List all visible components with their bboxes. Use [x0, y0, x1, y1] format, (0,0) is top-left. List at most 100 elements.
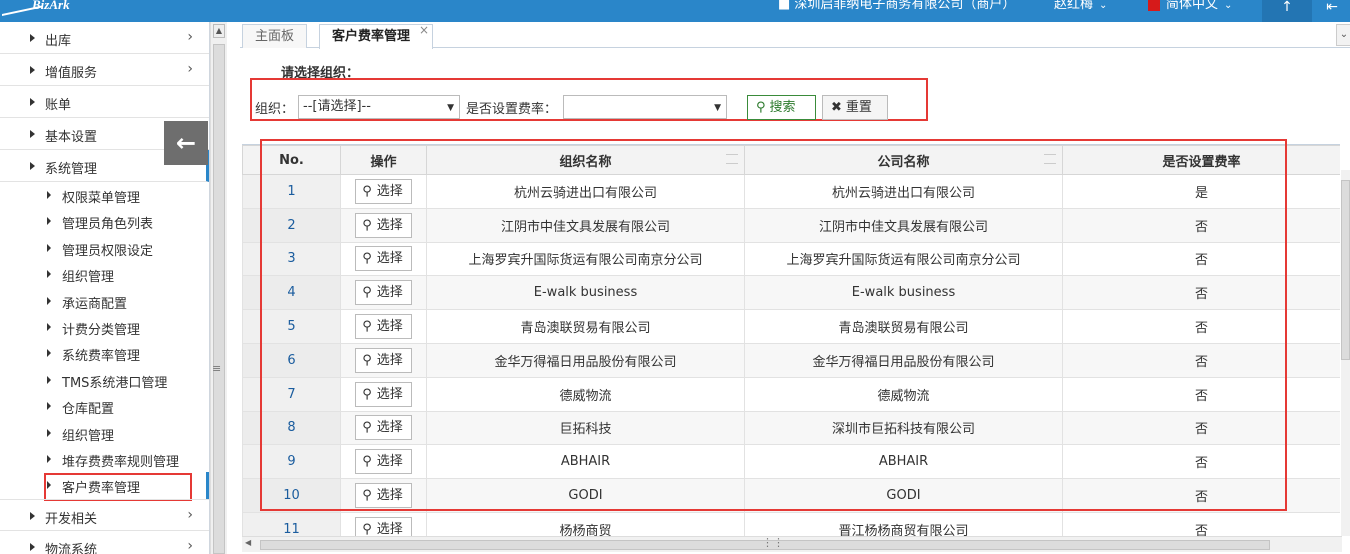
select-button[interactable]: ⚲ 选择 — [355, 483, 412, 509]
sidebar-subitem[interactable]: 组织管理 — [0, 420, 209, 446]
tab-dashboard[interactable]: 主面板 — [242, 24, 308, 48]
row-number: 2 — [242, 207, 341, 243]
sidebar-subitem-customer-rate[interactable]: 客户费率管理 — [0, 472, 209, 502]
sidebar-scrollbar[interactable]: ▲ ≡ — [210, 22, 227, 554]
search-button-label: 搜索 — [769, 100, 796, 115]
column-header-action[interactable]: 操作 — [340, 145, 427, 175]
tab-label: 主面板 — [255, 29, 295, 44]
sidebar-subitem[interactable]: 组织管理 — [0, 261, 209, 287]
company-name-cell: 江阴市中佳文具发展有限公司 — [744, 207, 1063, 243]
magnifier-icon: ⚲ — [362, 352, 372, 368]
sidebar-subitem[interactable]: 仓库配置 — [0, 393, 209, 419]
select-button[interactable]: ⚲ 选择 — [355, 381, 412, 407]
sidebar-subitem[interactable]: 权限菜单管理 — [0, 182, 209, 208]
language-menu[interactable]: 简体中文 ⌄ — [1148, 0, 1232, 16]
search-button[interactable]: ⚲ 搜索 — [747, 95, 816, 120]
caret-right-icon — [30, 162, 35, 170]
sort-icon[interactable] — [726, 154, 738, 164]
select-button[interactable]: ⚲ 选择 — [355, 178, 412, 204]
table-row[interactable]: 2 ⚲ 选择 江阴市中佳文具发展有限公司 江阴市中佳文具发展有限公司否 — [242, 207, 1340, 243]
grid-horizontal-scrollbar[interactable]: ◀ ⋮⋮ — [242, 536, 1342, 552]
scroll-thumb[interactable] — [213, 44, 225, 554]
row-number: 5 — [242, 309, 341, 344]
sidebar-item-logistics[interactable]: 物流系统 › — [0, 531, 209, 554]
flag-icon — [1148, 0, 1160, 11]
sidebar-subitem[interactable]: TMS系统港口管理 — [0, 367, 209, 393]
column-header-rate[interactable]: 是否设置费率 — [1062, 145, 1340, 175]
scroll-thumb[interactable] — [1341, 180, 1350, 360]
table-row[interactable]: 4 ⚲ 选择 E-walk business E-walk business 否 — [242, 275, 1340, 311]
pin-button[interactable]: ↑ — [1262, 0, 1312, 22]
table-row[interactable]: 1 ⚲ 选择 杭州云骑进出口有限公司 杭州云骑进出口有限公司是 — [242, 174, 1340, 209]
select-button[interactable]: ⚲ 选择 — [355, 347, 412, 373]
tab-label: 客户费率管理 — [332, 29, 411, 44]
sidebar-subitem-label: 计费分类管理 — [62, 322, 141, 338]
tab-customer-rate[interactable]: 客户费率管理 × — [319, 23, 434, 49]
collapse-sidebar-button[interactable]: ← — [164, 121, 208, 165]
column-header-company[interactable]: 公司名称 — [744, 145, 1063, 175]
x-icon: ✖ — [831, 100, 842, 115]
scroll-up-icon[interactable]: ▲ — [213, 24, 225, 38]
table-row[interactable]: 5 ⚲ 选择 青岛澳联贸易有限公司 青岛澳联贸易有限公司否 — [242, 309, 1340, 344]
caret-right-icon — [47, 481, 51, 490]
company-name-cell: 青岛澳联贸易有限公司 — [744, 309, 1063, 344]
user-menu[interactable]: 赵红梅 ⌄ — [1054, 0, 1107, 16]
row-number: 6 — [242, 342, 341, 378]
table-row[interactable]: 6 ⚲ 选择 金华万得福日用品股份有限公司 金华万得福日用品股份有限公司否 — [242, 342, 1340, 378]
rate-set-cell: 否 — [1062, 376, 1340, 412]
select-button[interactable]: ⚲ 选择 — [355, 516, 412, 536]
sidebar-subitem[interactable]: 管理员角色列表 — [0, 208, 209, 234]
sidebar-subitem[interactable]: 计费分类管理 — [0, 314, 209, 340]
sidebar-item-dev[interactable]: 开发相关 › — [0, 498, 209, 531]
tab-menu-button[interactable]: ⌄ — [1336, 24, 1350, 46]
company-name-cell: ABHAIR — [744, 444, 1063, 480]
table-row[interactable]: 11 ⚲ 选择 杨杨商贸 晋江杨杨商贸有限公司否 — [242, 511, 1340, 536]
table-row[interactable]: 10 ⚲ 选择 GODI GODI 否 — [242, 478, 1340, 513]
column-header-no[interactable]: No. — [242, 145, 341, 175]
sidebar-subitem-label: 组织管理 — [62, 428, 115, 444]
sidebar-item-outbound[interactable]: 出库 › — [0, 22, 209, 54]
scroll-left-icon[interactable]: ◀ — [245, 538, 251, 547]
grid-vertical-scrollbar[interactable] — [1341, 170, 1350, 536]
action-cell: ⚲ 选择 — [340, 342, 427, 378]
row-number: 10 — [242, 478, 341, 513]
select-button-label: 选择 — [376, 251, 403, 267]
caret-right-icon — [47, 191, 51, 199]
data-grid: No. 操作 组织名称 公司名称 是否设置费率 1 ⚲ 选择 杭州云骑进出口有限公司杭… — [242, 144, 1340, 536]
table-row[interactable]: 9 ⚲ 选择 ABHAIR ABHAIR 否 — [242, 444, 1340, 480]
sidebar-subitem[interactable]: 管理员权限设定 — [0, 235, 209, 261]
company-switcher[interactable]: ■ 深圳启菲纳电子商务有限公司（商户） — [778, 0, 1015, 16]
sidebar-item-value-added[interactable]: 增值服务 › — [0, 54, 209, 86]
org-select[interactable]: --[请选择]-- ▼ — [298, 95, 460, 119]
sidebar-item-label: 账单 — [45, 98, 72, 113]
magnifier-icon: ⚲ — [362, 319, 372, 335]
select-button-label: 选择 — [376, 521, 403, 536]
company-name-cell: 金华万得福日用品股份有限公司 — [744, 342, 1063, 378]
select-button[interactable]: ⚲ 选择 — [355, 212, 412, 238]
sidebar-subitem[interactable]: 系统费率管理 — [0, 340, 209, 366]
rate-select[interactable]: ▼ — [563, 95, 727, 119]
select-button[interactable]: ⚲ 选择 — [355, 314, 412, 340]
reset-button[interactable]: ✖ 重置 — [822, 95, 888, 120]
sort-icon[interactable] — [1044, 154, 1056, 164]
select-button[interactable]: ⚲ 选择 — [355, 449, 412, 475]
caret-right-icon — [47, 270, 51, 279]
select-button[interactable]: ⚲ 选择 — [355, 415, 412, 441]
column-header-org[interactable]: 组织名称 — [426, 145, 745, 175]
sidebar-item-bills[interactable]: 账单 — [0, 86, 209, 118]
table-row[interactable]: 7 ⚲ 选择 德威物流 德威物流否 — [242, 376, 1340, 412]
table-row[interactable]: 8 ⚲ 选择 巨拓科技 深圳市巨拓科技有限公司否 — [242, 410, 1340, 446]
sidebar-subitem[interactable]: 堆存费费率规则管理 — [0, 446, 209, 472]
sidebar-subitem[interactable]: 承运商配置 — [0, 288, 209, 314]
exit-button[interactable]: ⇤ — [1314, 0, 1350, 22]
company-name-cell: GODI — [744, 478, 1063, 513]
select-button[interactable]: ⚲ 选择 — [355, 246, 412, 272]
rate-set-cell: 否 — [1062, 207, 1340, 243]
table-row[interactable]: 3 ⚲ 选择 上海罗宾升国际货运有限公司南京分公司 上海罗宾升国际货运有限公司南京分公司… — [242, 241, 1340, 277]
select-button-label: 选择 — [376, 183, 403, 199]
select-button[interactable]: ⚲ 选择 — [355, 280, 412, 306]
caret-right-icon — [47, 322, 51, 331]
close-icon[interactable]: × — [419, 18, 429, 42]
magnifier-icon: ⚲ — [362, 386, 372, 402]
caret-right-icon — [47, 243, 51, 252]
